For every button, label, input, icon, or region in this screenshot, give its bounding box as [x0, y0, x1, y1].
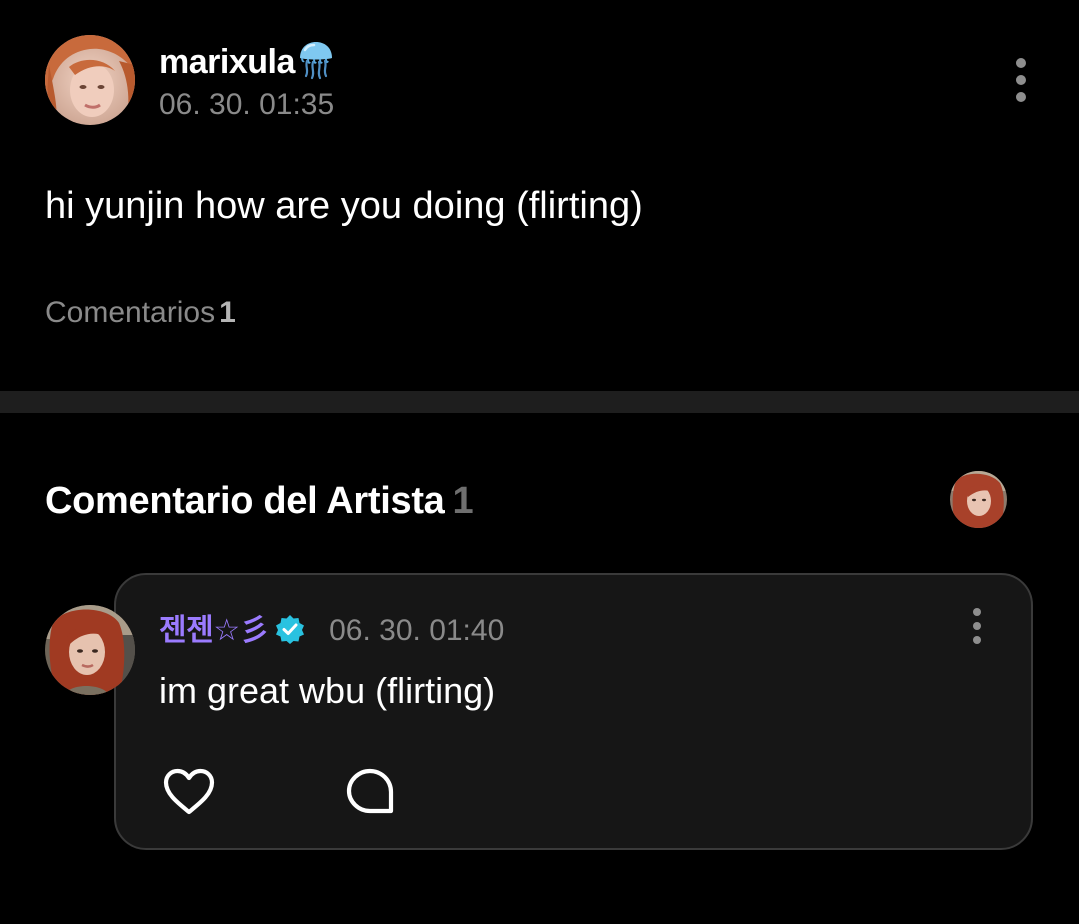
artist-comment-author[interactable]: 젠젠☆彡 06. 30. 01:40 [159, 612, 504, 650]
section-divider [0, 391, 1079, 413]
post-timestamp: 06. 30. 01:35 [159, 88, 335, 121]
artist-name[interactable]: 젠젠☆彡 [159, 612, 270, 650]
comments-label: Comentarios [45, 296, 216, 329]
jellyfish-icon [297, 40, 335, 85]
artist-comment-avatar[interactable] [45, 605, 135, 695]
comments-link[interactable]: Comentarios 1 [45, 294, 236, 332]
artist-comment-body: im great wbu (flirting) [159, 670, 496, 711]
verified-check-icon [275, 614, 305, 649]
artist-comment-timestamp: 06. 30. 01:40 [329, 614, 505, 647]
comments-count: 1 [219, 296, 236, 329]
post-author[interactable]: marixula [159, 38, 335, 85]
artist-comment-title: Comentario del Artista [45, 480, 445, 522]
artist-comment-count: 1 [452, 480, 474, 522]
more-vertical-icon[interactable] [966, 608, 988, 648]
artist-avatar-small[interactable] [950, 471, 1007, 528]
artist-comment-heading: Comentario del Artista 1 [45, 478, 474, 524]
reply-bubble-icon[interactable] [345, 767, 395, 822]
heart-icon[interactable] [162, 767, 216, 822]
post-author-avatar[interactable] [45, 35, 135, 125]
post-body: hi yunjin how are you doing (flirting) [45, 185, 643, 227]
post-author-name[interactable]: marixula [159, 42, 295, 82]
more-vertical-icon[interactable] [1010, 58, 1032, 104]
